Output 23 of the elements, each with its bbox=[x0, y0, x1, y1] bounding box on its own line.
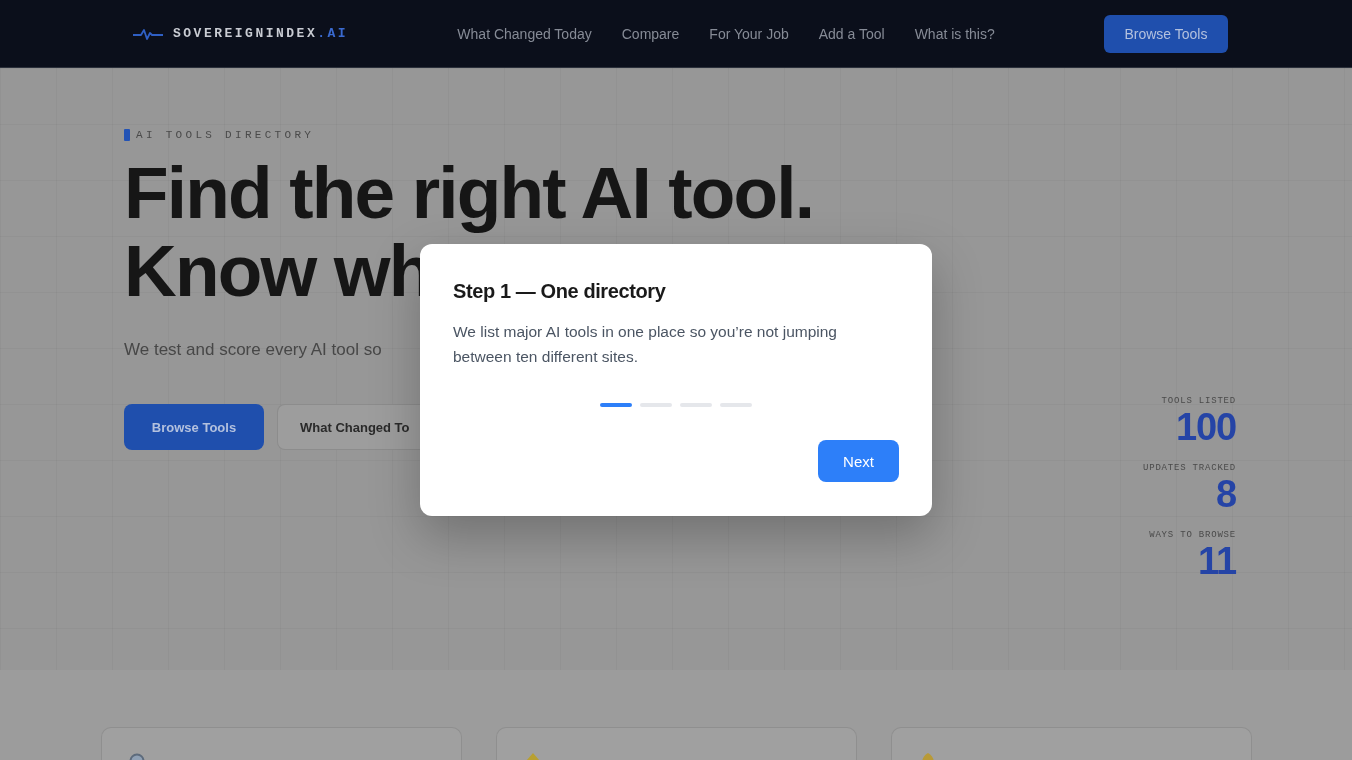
stat-value: 11 bbox=[1198, 541, 1236, 582]
stat-value: 8 bbox=[1216, 474, 1236, 515]
dialog-title: Step 1 — One directory bbox=[453, 279, 666, 304]
nav-link[interactable]: Add a Tool bbox=[818, 25, 885, 42]
nav-link[interactable]: What Changed Today bbox=[457, 25, 592, 42]
logo-wordmark[interactable]: SOVEREIGNINDEX.AI bbox=[173, 26, 349, 41]
pulse-line-icon bbox=[133, 27, 163, 40]
what-changed-button[interactable]: What Changed To bbox=[277, 404, 420, 450]
eyebrow-label: AI TOOLS DIRECTORY bbox=[136, 129, 315, 141]
nav-link[interactable]: What is this? bbox=[914, 25, 995, 42]
browse-tools-button[interactable]: Browse Tools bbox=[124, 404, 264, 450]
dialog-text: We list major AI tools in one place so you’re not jumping between ten different sites. bbox=[453, 322, 838, 367]
nav-link[interactable]: Compare bbox=[621, 25, 680, 42]
nav-link[interactable]: For Your Job bbox=[709, 25, 789, 42]
next-button[interactable]: Next bbox=[818, 440, 899, 482]
hero-subtitle: We test and score every AI tool so bbox=[124, 339, 382, 361]
stat-label: UPDATES TRACKED bbox=[1143, 463, 1236, 474]
stat-value: 100 bbox=[1176, 407, 1236, 448]
browse-tools-button[interactable]: Browse Tools bbox=[1104, 14, 1228, 53]
accent-bar-icon bbox=[124, 129, 130, 141]
headline: Find the right AI tool. bbox=[124, 154, 814, 232]
stat-label: TOOLS LISTED bbox=[1161, 396, 1236, 407]
stat-label: WAYS TO BROWSE bbox=[1149, 530, 1236, 541]
